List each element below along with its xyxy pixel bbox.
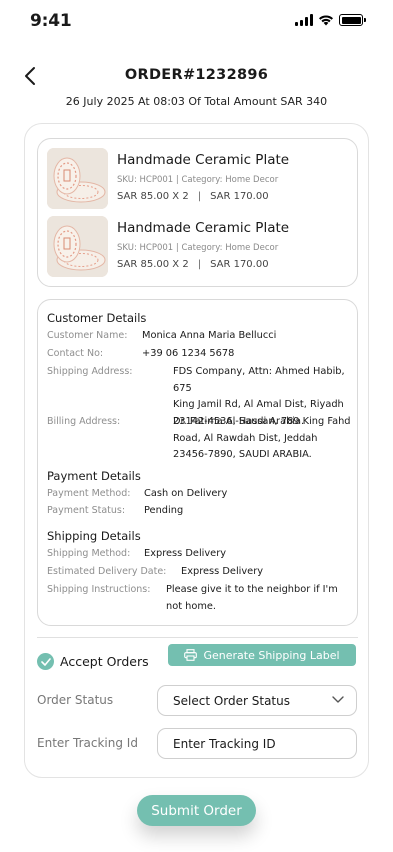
shipping-instructions-label: Shipping Instructions:	[47, 584, 151, 595]
shipping-address-label: Shipping Address:	[47, 366, 133, 377]
payment-method: Cash on Delivery	[144, 488, 228, 499]
billing-address-line: 23456-7890, SAUDI ARABIA.	[173, 449, 312, 460]
shipping-instructions-line: not home.	[166, 600, 217, 612]
product-qty-price: SAR 85.00 X 2	[117, 191, 189, 202]
product-price: SAR 85.00 X 2 | SAR 170.00	[117, 259, 269, 270]
billing-address: Dr. Fatima Al-Hassan, 789 King Fahd Road…	[173, 414, 351, 464]
header: ORDER#1232896 26 July 2025 At 08:03 Of T…	[0, 60, 393, 108]
payment-details-title: Payment Details	[47, 469, 141, 483]
price-separator: |	[197, 191, 202, 202]
shipping-address-line: King Jamil Rd, Al Amal Dist, Riyadh	[173, 399, 344, 410]
product-price: SAR 85.00 X 2 | SAR 170.00	[117, 191, 269, 202]
customer-name-label: Customer Name:	[47, 330, 128, 341]
contact-label: Contact No:	[47, 348, 104, 359]
shipping-method: Express Delivery	[144, 548, 227, 559]
product-meta: SKU: HCP001 | Category: Home Decor	[117, 243, 279, 253]
status-time: 9:41	[30, 11, 72, 31]
tracking-id-input[interactable]	[173, 736, 343, 751]
chevron-down-icon	[332, 696, 344, 703]
customer-details-title: Customer Details	[47, 311, 147, 325]
product-name: Handmade Ceramic Plate	[117, 152, 290, 168]
price-separator: |	[197, 259, 202, 270]
billing-address-line: Road, Al Rawdah Dist, Jeddah	[173, 432, 318, 444]
shipping-instructions-line: Please give it to the neighbor if I'm	[166, 584, 338, 595]
payment-method-label: Payment Method:	[47, 488, 131, 499]
product-image	[47, 216, 108, 277]
tracking-id-label: Enter Tracking Id	[37, 736, 138, 750]
tracking-id-field-wrapper	[157, 728, 357, 759]
estimated-delivery-label: Estimated Delivery Date:	[47, 566, 167, 577]
submit-order-button[interactable]: Submit Order	[137, 795, 256, 826]
accept-orders-checkbox[interactable]: Accept Orders	[37, 653, 149, 670]
product-image	[47, 148, 108, 209]
signal-icon	[295, 14, 313, 26]
customer-name: Monica Anna Maria Bellucci	[142, 330, 277, 341]
status-icons	[295, 14, 366, 26]
divider	[37, 637, 358, 638]
product-name: Handmade Ceramic Plate	[117, 220, 290, 236]
payment-status-label: Payment Status:	[47, 505, 126, 516]
product-total: SAR 170.00	[210, 191, 269, 202]
back-arrow-icon	[25, 67, 35, 85]
order-card: Handmade Ceramic Plate SKU: HCP001 | Cat…	[24, 123, 369, 778]
order-status-label: Order Status	[37, 693, 114, 707]
product-item[interactable]: Handmade Ceramic Plate SKU: HCP001 | Cat…	[47, 148, 347, 210]
order-status-select[interactable]: Select Order Status	[157, 685, 357, 716]
product-meta: SKU: HCP001 | Category: Home Decor	[117, 175, 279, 185]
check-icon	[37, 653, 54, 670]
page-title: ORDER#1232896	[124, 67, 269, 83]
shipping-instructions: Please give it to the neighbor if I'm no…	[166, 582, 338, 615]
printer-icon	[184, 649, 198, 661]
battery-icon	[339, 14, 366, 26]
shipping-address-line: FDS Company, Attn: Ahmed Habib, 675	[173, 366, 345, 394]
contact-number: +39 06 1234 5678	[142, 348, 235, 359]
shipping-details-title: Shipping Details	[47, 529, 141, 543]
accept-orders-label: Accept Orders	[60, 654, 149, 669]
order-details: Customer Details Customer Name: Monica A…	[37, 299, 358, 626]
payment-status: Pending	[144, 505, 184, 516]
product-qty-price: SAR 85.00 X 2	[117, 259, 189, 270]
estimated-delivery-date: Express Delivery	[181, 566, 264, 577]
wifi-icon	[319, 15, 333, 26]
generate-shipping-label-text: Generate Shipping Label	[203, 648, 340, 662]
back-button[interactable]	[18, 64, 42, 88]
billing-address-label: Billing Address:	[47, 416, 121, 427]
billing-address-line: Dr. Fatima Al-Hassan, 789 King Fahd	[173, 416, 351, 427]
order-status-value: Select Order Status	[173, 693, 290, 708]
product-item[interactable]: Handmade Ceramic Plate SKU: HCP001 | Cat…	[47, 216, 347, 278]
products-list: Handmade Ceramic Plate SKU: HCP001 | Cat…	[37, 138, 358, 287]
shipping-method-label: Shipping Method:	[47, 548, 131, 559]
generate-shipping-label-button[interactable]: Generate Shipping Label	[168, 644, 356, 666]
product-total: SAR 170.00	[210, 259, 269, 270]
status-bar: 9:41	[0, 0, 393, 44]
order-summary: 26 July 2025 At 08:03 Of Total Amount SA…	[65, 95, 328, 108]
